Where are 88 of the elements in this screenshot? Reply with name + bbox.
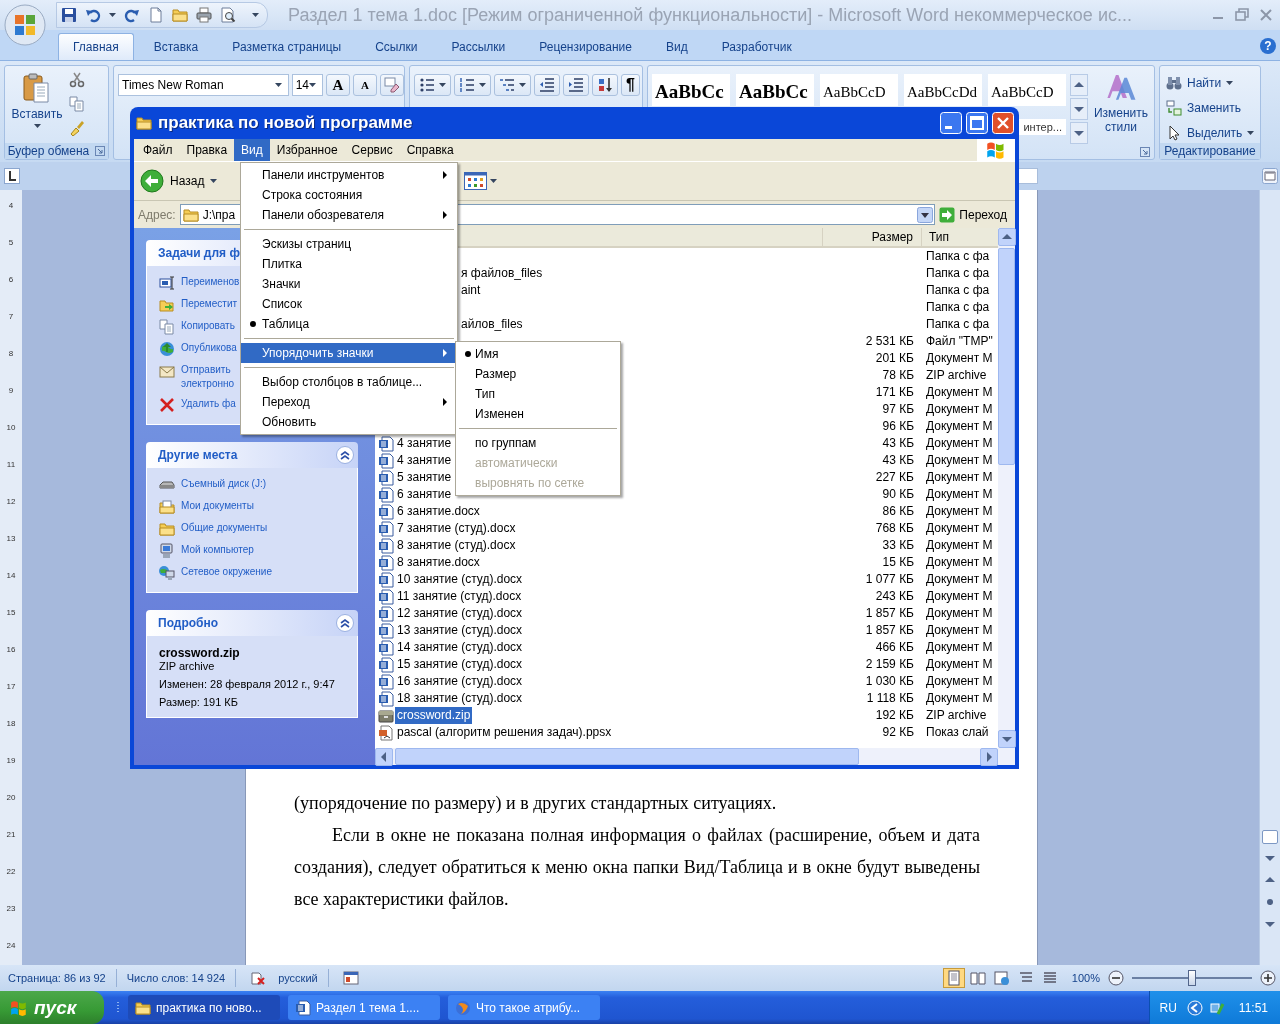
paragraph: (упорядочение по размеру) и в других стандартных ситуациях. bbox=[294, 792, 778, 815]
file-type: Папка с фа bbox=[926, 266, 990, 280]
file-type: Документ M bbox=[926, 538, 993, 552]
paragraph: Если в окне не показана полная информация о файлах (расширение, объем и дата создания), следует обратиться к меню окна папки Вид/Таблица и в окне будут выведены все характеристики файлов. bbox=[294, 824, 980, 911]
file-size: 43 КБ bbox=[882, 453, 914, 467]
file-type: Документ M bbox=[926, 691, 993, 705]
file-size: 1 118 КБ bbox=[866, 691, 914, 705]
file-type: Документ M bbox=[926, 470, 993, 484]
group-label: Буфер обмена bbox=[7, 144, 90, 158]
ruler-number: 10 bbox=[6, 421, 16, 434]
file-size: 1 030 КБ bbox=[865, 674, 914, 688]
ruler-number: 12 bbox=[6, 495, 16, 508]
file-type: Документ M bbox=[926, 351, 993, 365]
file-type: Документ M bbox=[926, 504, 993, 518]
file-size: 227 КБ bbox=[875, 470, 914, 484]
file-size: 243 КБ bbox=[875, 589, 914, 603]
detail-text: Размер: 191 КБ bbox=[159, 696, 239, 709]
ruler-number: 13 bbox=[6, 532, 16, 545]
file-size: 201 КБ bbox=[875, 351, 914, 365]
file-type: Документ M bbox=[926, 436, 993, 450]
file-size: 1 857 КБ bbox=[865, 623, 914, 637]
window-title: Раздел 1 тема 1.doc [Режим ограниченной функциональности] - Microsoft Word некоммерческое ис... bbox=[288, 4, 1133, 26]
file-type: Документ M bbox=[926, 589, 993, 603]
ruler-number: 7 bbox=[8, 310, 14, 323]
ruler-number: 15 bbox=[6, 606, 16, 619]
file-type: Файл "TMP" bbox=[926, 334, 993, 348]
file-type: Папка с фа bbox=[926, 283, 990, 297]
file-size: 15 КБ bbox=[882, 555, 914, 569]
ruler-number: 17 bbox=[6, 680, 16, 693]
ruler-number: 18 bbox=[6, 717, 16, 730]
ruler-number: 24 bbox=[6, 939, 16, 952]
file-type: Документ M bbox=[926, 657, 993, 671]
file-type: Документ M bbox=[926, 521, 993, 535]
ruler-number: 4 bbox=[8, 199, 14, 212]
file-type: ZIP archive bbox=[159, 660, 216, 673]
file-size: 43 КБ bbox=[882, 436, 914, 450]
file-size: 192 КБ bbox=[875, 708, 914, 722]
file-size: 2 159 КБ bbox=[865, 657, 914, 671]
file-type: Документ M bbox=[926, 572, 993, 586]
file-size: 768 КБ bbox=[875, 521, 914, 535]
file-type: Документ M bbox=[926, 453, 993, 467]
file-type: Документ M bbox=[926, 419, 993, 433]
window-title: практика по новой программе bbox=[158, 113, 413, 133]
ruler-number: 16 bbox=[6, 643, 16, 656]
file-size: 97 КБ bbox=[882, 402, 914, 416]
file-size: 1 857 КБ bbox=[865, 606, 914, 620]
file-type: Показ слай bbox=[926, 725, 989, 739]
file-type: ZIP archive bbox=[926, 708, 987, 722]
ruler-number: 11 bbox=[6, 458, 16, 471]
page-count: Страница: 86 из 92 bbox=[8, 972, 106, 984]
file-type: Папка с фа bbox=[926, 317, 990, 331]
file-type: Документ M bbox=[926, 487, 993, 501]
ruler-number: 22 bbox=[6, 865, 16, 878]
file-size: 2 531 КБ bbox=[865, 334, 914, 348]
file-size: 466 КБ bbox=[875, 640, 914, 654]
file-size: 1 077 КБ bbox=[865, 572, 914, 586]
group-label: Редактирование bbox=[1164, 144, 1256, 158]
ruler-number: 23 bbox=[6, 902, 16, 915]
file-type: Папка с фа bbox=[926, 249, 990, 263]
file-size: 96 КБ bbox=[882, 419, 914, 433]
ruler-number: 20 bbox=[6, 791, 16, 804]
file-size: 33 КБ bbox=[882, 538, 914, 552]
file-type: Документ M bbox=[926, 385, 993, 399]
file-size: 92 КБ bbox=[882, 725, 914, 739]
clock: 11:51 bbox=[1238, 1000, 1268, 1015]
address-label: Адрес: bbox=[138, 207, 176, 222]
file-type: Документ M bbox=[926, 402, 993, 416]
file-type: Папка с фа bbox=[926, 300, 990, 314]
file-type: Документ M bbox=[926, 606, 993, 620]
file-type: Документ M bbox=[926, 555, 993, 569]
ruler-number: 6 bbox=[8, 273, 14, 286]
ruler-number: 21 bbox=[6, 828, 16, 841]
file-type: Документ M bbox=[926, 623, 993, 637]
ruler-number: 8 bbox=[8, 347, 14, 360]
file-size: 78 КБ bbox=[882, 368, 914, 382]
file-name: crossword.zip bbox=[159, 645, 241, 660]
detail-text: Изменен: 28 февраля 2012 г., 9:47 bbox=[159, 678, 336, 691]
file-type: Документ M bbox=[926, 640, 993, 654]
ruler-number: 19 bbox=[6, 754, 16, 767]
ruler-number: 9 bbox=[8, 384, 14, 397]
word-count: Число слов: 14 924 bbox=[126, 972, 226, 984]
file-size: 90 КБ bbox=[882, 487, 914, 501]
ruler-number: 14 bbox=[6, 569, 16, 582]
file-type: Документ M bbox=[926, 674, 993, 688]
file-size: 171 КБ bbox=[875, 385, 914, 399]
file-size: 86 КБ bbox=[882, 504, 914, 518]
ruler-number: 5 bbox=[8, 236, 14, 249]
file-type: ZIP archive bbox=[926, 368, 987, 382]
